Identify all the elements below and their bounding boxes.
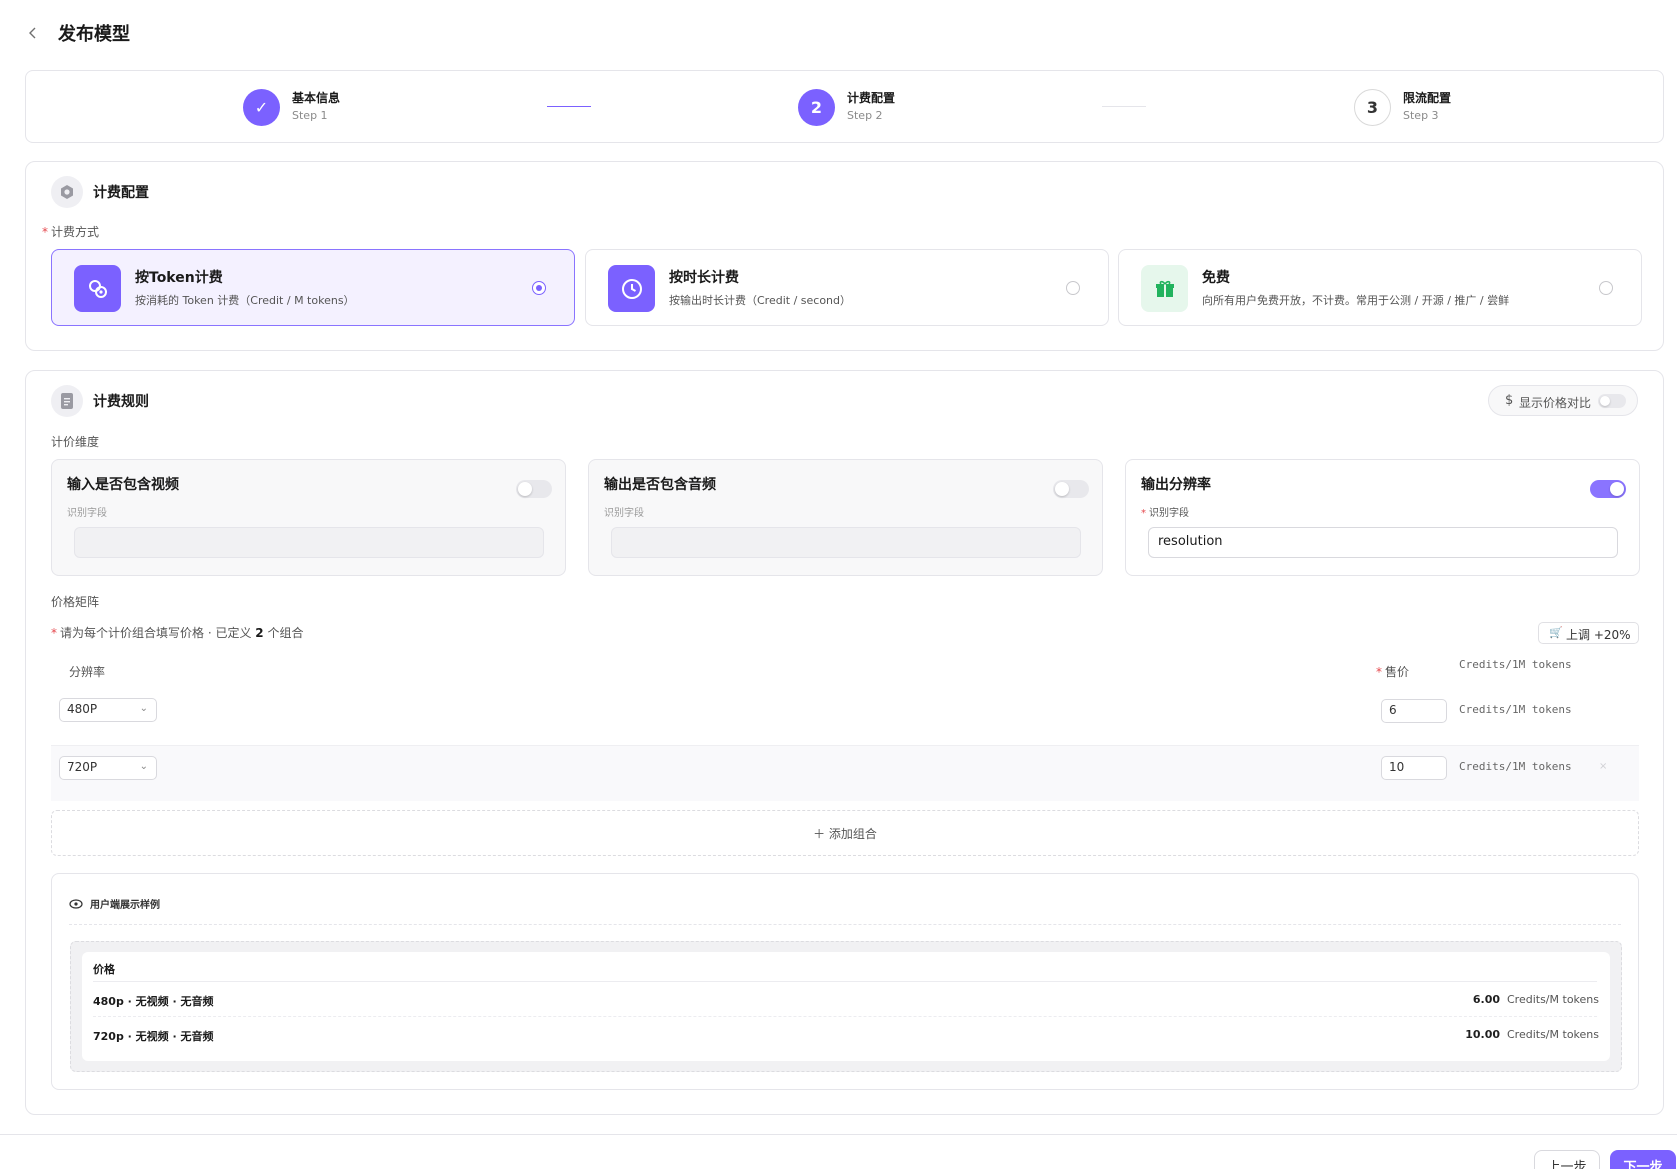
clock-icon bbox=[608, 265, 655, 312]
adjust-price-label: 上调 +20% bbox=[1566, 628, 1631, 642]
col-resolution: 分辨率 bbox=[69, 665, 106, 679]
divider bbox=[93, 1016, 1597, 1017]
option-desc: 按消耗的 Token 计费（Credit / M tokens） bbox=[135, 294, 355, 307]
price-input[interactable]: 6 bbox=[1381, 699, 1447, 723]
table-row: 720P ⌄ 10 Credits/1M tokens × bbox=[51, 745, 1639, 801]
field-input-resolution[interactable]: resolution bbox=[1148, 527, 1618, 558]
add-combo-button[interactable]: ＋ 添加组合 bbox=[51, 810, 1639, 856]
option-desc: 向所有用户免费开放，不计费。常用于公测 / 开源 / 推广 / 尝鲜 bbox=[1202, 294, 1510, 307]
option-radio[interactable] bbox=[532, 281, 546, 295]
delete-row-icon[interactable]: × bbox=[1599, 761, 1607, 772]
billing-option-duration[interactable]: 按时长计费 按输出时长计费（Credit / second） bbox=[585, 249, 1109, 326]
billing-option-free[interactable]: 免费 向所有用户免费开放，不计费。常用于公测 / 开源 / 推广 / 尝鲜 bbox=[1118, 249, 1642, 326]
field-input-video[interactable] bbox=[74, 527, 544, 558]
gift-icon bbox=[1141, 265, 1188, 312]
settings-hexagon-icon bbox=[51, 176, 83, 208]
price-row-label: 720p · 无视频 · 无音频 bbox=[93, 1030, 214, 1043]
option-title: 按Token计费 bbox=[135, 270, 223, 286]
dimension-title: 输出分辨率 bbox=[1141, 477, 1211, 493]
token-icon bbox=[74, 265, 121, 312]
footer-divider bbox=[0, 1134, 1677, 1135]
plus-icon: ＋ bbox=[813, 827, 829, 841]
price-row-value: 10.00 Credits/M tokens bbox=[1465, 1028, 1599, 1041]
field-input-audio[interactable] bbox=[611, 527, 1081, 558]
eye-icon bbox=[69, 898, 83, 909]
field-label: * 识别字段 bbox=[1141, 508, 1189, 519]
resolution-select[interactable]: 720P ⌄ bbox=[59, 756, 157, 780]
step-billing[interactable]: 2 计费配置 Step 2 bbox=[798, 87, 895, 127]
field-label: 识别字段 bbox=[604, 508, 644, 519]
preview-card: 用户端展示样例 价格 480p · 无视频 · 无音频 6.00 Credits… bbox=[51, 873, 1639, 1090]
page-header: 发布模型 bbox=[0, 0, 1677, 64]
option-radio[interactable] bbox=[1599, 281, 1613, 295]
adjust-price-button[interactable]: 🛒 上调 +20% bbox=[1538, 622, 1639, 644]
step-sub: Step 1 bbox=[292, 109, 328, 122]
billing-method-label: * 计费方式 bbox=[42, 225, 100, 239]
preview-header: 用户端展示样例 bbox=[69, 896, 160, 911]
price-input[interactable]: 10 bbox=[1381, 756, 1447, 780]
price-compare-toggle-group[interactable]: $ 显示价格对比 bbox=[1488, 385, 1638, 416]
price-matrix-hint: * 请为每个计价组合填写价格 · 已定义 2 个组合 bbox=[51, 626, 304, 640]
step-connector bbox=[1102, 106, 1146, 107]
billing-config-header: 计费配置 bbox=[51, 176, 149, 208]
back-arrow-icon[interactable] bbox=[24, 24, 42, 42]
step-basic-info[interactable]: ✓ 基本信息 Step 1 bbox=[243, 87, 340, 127]
field-label: 识别字段 bbox=[67, 508, 107, 519]
divider bbox=[93, 981, 1597, 982]
billing-option-token[interactable]: 按Token计费 按消耗的 Token 计费（Credit / M tokens… bbox=[51, 249, 575, 326]
step-number: 2 bbox=[798, 88, 835, 126]
dimension-toggle-resolution[interactable] bbox=[1590, 480, 1626, 498]
resolution-select[interactable]: 480P ⌄ bbox=[59, 698, 157, 722]
preview-title: 用户端展示样例 bbox=[90, 900, 160, 911]
col-price: * 售价 bbox=[1376, 665, 1410, 679]
option-title: 按时长计费 bbox=[669, 270, 739, 286]
option-title: 免费 bbox=[1202, 270, 1230, 286]
price-matrix-label: 价格矩阵 bbox=[51, 595, 100, 609]
price-compare-label: 显示价格对比 bbox=[1519, 396, 1592, 410]
dimension-card-output-resolution: 输出分辨率 * 识别字段 resolution bbox=[1125, 459, 1640, 576]
dimension-label: 计价维度 bbox=[51, 435, 100, 449]
table-row: 480P ⌄ 6 Credits/1M tokens bbox=[51, 688, 1639, 744]
section-title: 计费规则 bbox=[93, 394, 149, 410]
step-title: 基本信息 bbox=[292, 91, 341, 105]
option-desc: 按输出时长计费（Credit / second） bbox=[669, 294, 852, 307]
dimension-title: 输出是否包含音频 bbox=[604, 477, 716, 493]
document-icon bbox=[51, 385, 83, 417]
page-title: 发布模型 bbox=[58, 24, 130, 45]
dimension-title: 输入是否包含视频 bbox=[67, 477, 179, 493]
option-radio[interactable] bbox=[1066, 281, 1080, 295]
divider bbox=[69, 924, 1621, 925]
row-unit: Credits/1M tokens bbox=[1459, 703, 1572, 716]
row-unit: Credits/1M tokens bbox=[1459, 760, 1572, 773]
price-table: 价格 480p · 无视频 · 无音频 6.00 Credits/M token… bbox=[82, 952, 1610, 1061]
preview-frame: 价格 480p · 无视频 · 无音频 6.00 Credits/M token… bbox=[70, 941, 1622, 1072]
cart-icon: 🛒 bbox=[1549, 626, 1563, 639]
steps-bar: ✓ 基本信息 Step 1 2 计费配置 Step 2 3 限流配置 Step … bbox=[25, 70, 1664, 143]
chevron-down-icon: ⌄ bbox=[139, 761, 148, 772]
section-title: 计费配置 bbox=[93, 185, 149, 201]
prev-step-button[interactable]: 上一步 bbox=[1534, 1150, 1600, 1169]
dimension-card-input-video: 输入是否包含视频 识别字段 bbox=[51, 459, 566, 576]
price-row-value: 6.00 Credits/M tokens bbox=[1472, 993, 1599, 1006]
chevron-down-icon: ⌄ bbox=[139, 703, 148, 714]
step-sub: Step 3 bbox=[1403, 109, 1439, 122]
dollar-icon: $ bbox=[1505, 393, 1514, 408]
dimension-card-output-audio: 输出是否包含音频 识别字段 bbox=[588, 459, 1103, 576]
step-title: 限流配置 bbox=[1403, 91, 1452, 105]
step-connector bbox=[547, 106, 591, 107]
step-number: 3 bbox=[1354, 88, 1391, 126]
step-sub: Step 2 bbox=[847, 109, 883, 122]
step-title: 计费配置 bbox=[847, 91, 896, 105]
price-table-header: 价格 bbox=[93, 963, 115, 976]
price-compare-toggle[interactable] bbox=[1598, 394, 1626, 408]
col-unit: Credits/1M tokens bbox=[1459, 658, 1572, 671]
step-check-icon: ✓ bbox=[243, 88, 280, 126]
dimension-toggle-audio[interactable] bbox=[1053, 480, 1089, 498]
dimension-toggle-video[interactable] bbox=[516, 480, 552, 498]
billing-rules-header: 计费规则 bbox=[51, 385, 149, 417]
step-rate-limit[interactable]: 3 限流配置 Step 3 bbox=[1354, 87, 1451, 127]
price-row-label: 480p · 无视频 · 无音频 bbox=[93, 995, 214, 1008]
add-combo-label: ＋ 添加组合 bbox=[813, 827, 877, 841]
next-step-button[interactable]: 下一步 bbox=[1610, 1150, 1676, 1169]
